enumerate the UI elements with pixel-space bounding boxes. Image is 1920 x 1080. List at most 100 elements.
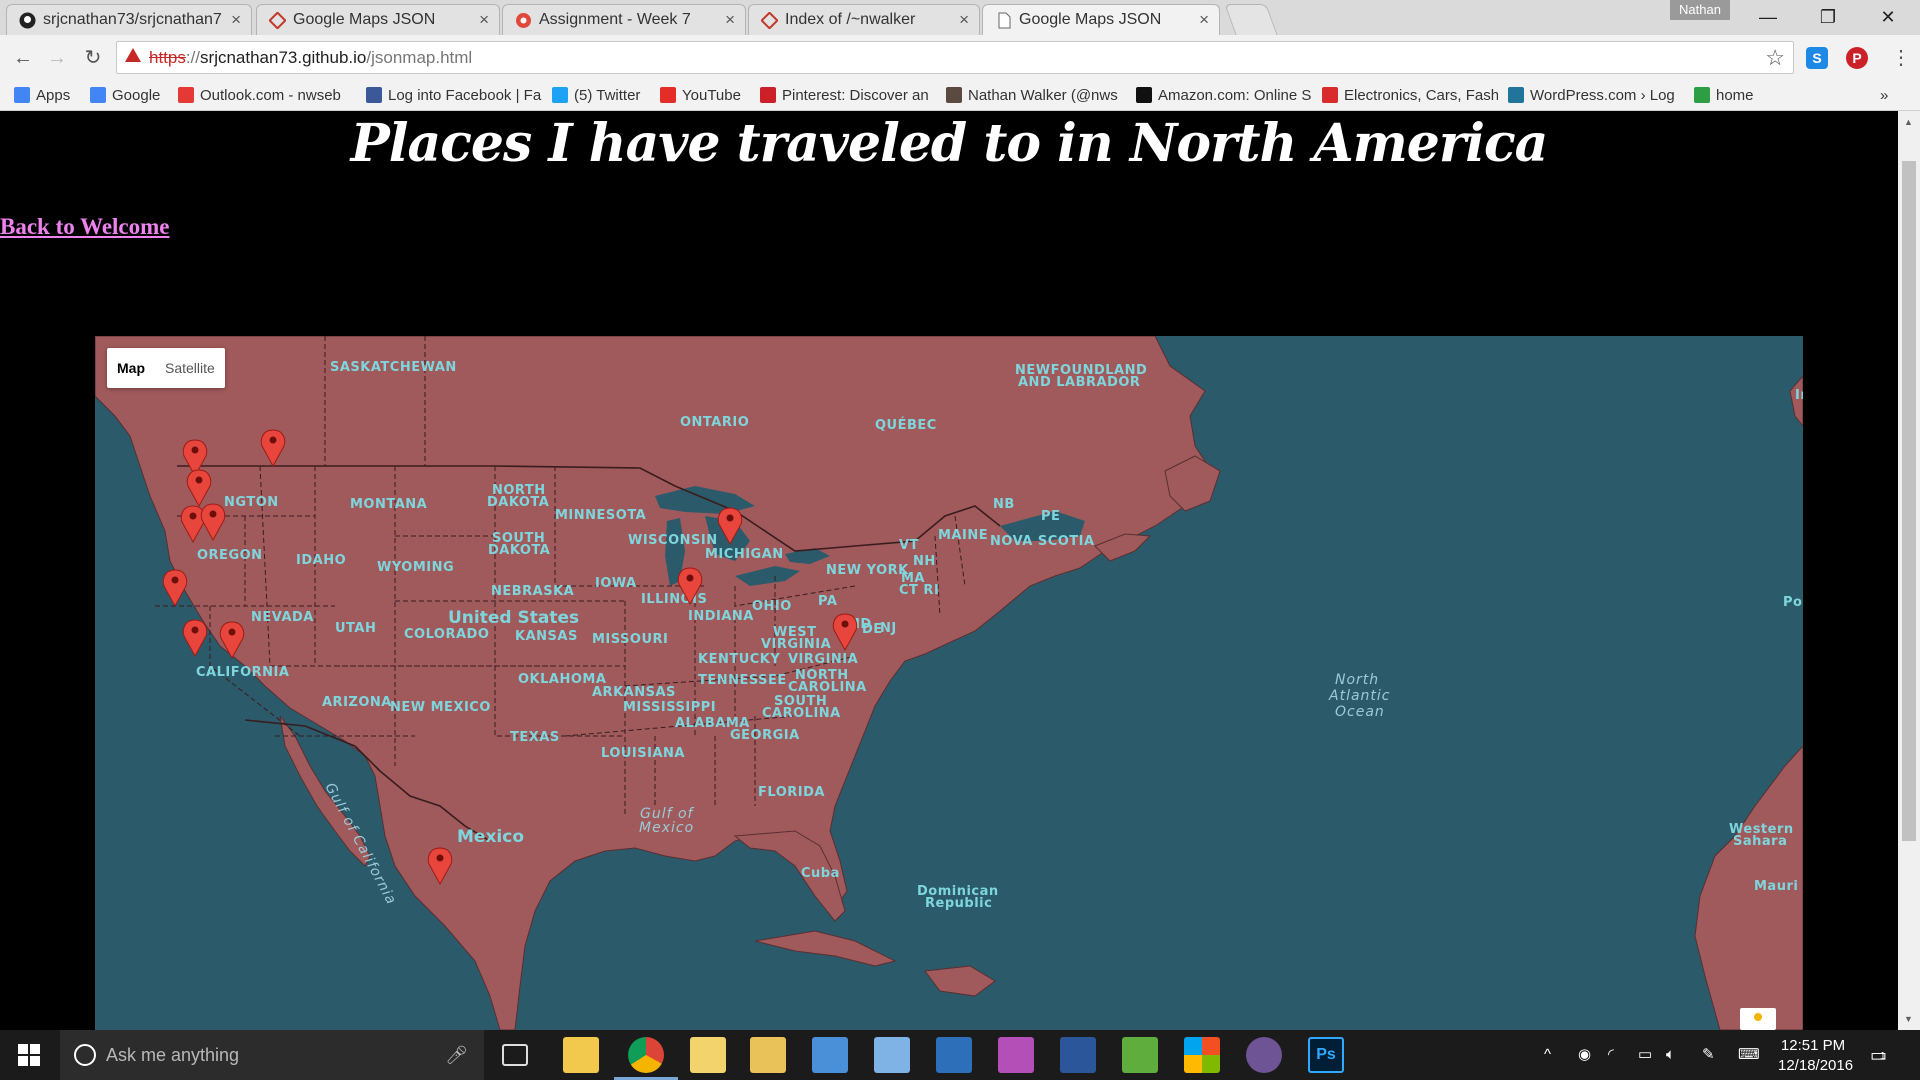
bookmark-5-twitter[interactable]: (5) Twitter xyxy=(552,81,650,111)
pinterest-extension-icon[interactable]: P xyxy=(1846,47,1868,69)
bookmark-star-icon[interactable]: ☆ xyxy=(1765,45,1785,71)
svg-text:MISSISSIPPI: MISSISSIPPI xyxy=(623,700,716,715)
microphone-icon[interactable]: 🎤︎ xyxy=(445,1030,468,1080)
tab-assignment[interactable]: Assignment - Week 7 × xyxy=(502,4,746,35)
volume-icon[interactable]: 🔈︎ xyxy=(1666,1030,1675,1080)
page-scrollbar[interactable]: ▲ ▼ xyxy=(1898,111,1920,1030)
cortana-search-box[interactable]: Ask me anything 🎤︎ xyxy=(60,1030,484,1080)
instagram-icon xyxy=(946,87,962,103)
svg-text:QUÉBEC: QUÉBEC xyxy=(875,417,937,433)
outlook-icon[interactable] xyxy=(812,1037,848,1073)
notepad-icon[interactable] xyxy=(936,1037,972,1073)
windows-store-icon[interactable] xyxy=(1184,1037,1220,1073)
forward-icon[interactable]: → xyxy=(42,43,72,73)
svg-text:Sahara: Sahara xyxy=(1733,834,1787,849)
bookmark-amazon-com-online-s[interactable]: Amazon.com: Online S xyxy=(1136,81,1312,111)
bookmark-wordpress-com-log[interactable]: WordPress.com › Log xyxy=(1508,81,1684,111)
map-canvas[interactable]: SASKATCHEWAN NEWFOUNDLAND AND LABRADOR O… xyxy=(95,336,1803,1030)
page-content: Places I have traveled to in North Ameri… xyxy=(0,111,1898,1030)
bookmarks-bar: Apps Google Outlook.com - nwseb Log into Fa… xyxy=(0,81,1920,111)
bookmark-electronics-cars-fash[interactable]: Electronics, Cars, Fash xyxy=(1322,81,1498,111)
home-diamond-icon xyxy=(1694,87,1710,103)
bookmark-pinterest-discover-an[interactable]: Pinterest: Discover an xyxy=(760,81,936,111)
svg-text:NEW YORK: NEW YORK xyxy=(826,563,909,578)
bookmark-label: home xyxy=(1716,87,1754,104)
photoshop-icon[interactable]: Ps xyxy=(1308,1037,1344,1073)
remote-desktop-icon[interactable] xyxy=(874,1037,910,1073)
reload-icon[interactable]: ↻ xyxy=(78,43,108,73)
restore-icon[interactable]: ❐ xyxy=(1800,0,1856,34)
amazon-icon xyxy=(1136,87,1152,103)
minimize-icon[interactable]: — xyxy=(1740,0,1796,34)
not-secure-warning-icon[interactable] xyxy=(125,48,141,62)
url-text[interactable]: https://srjcnathan73.github.io/jsonmap.h… xyxy=(149,48,472,68)
cortana-icon xyxy=(74,1044,96,1066)
svg-text:WISCONSIN: WISCONSIN xyxy=(628,533,718,548)
svg-text:NOVA SCOTIA: NOVA SCOTIA xyxy=(990,534,1095,549)
wifi-icon[interactable]: ◜ xyxy=(1608,1030,1614,1080)
search-placeholder: Ask me anything xyxy=(106,1045,240,1065)
bookmark-log-into-facebook-fa[interactable]: Log into Facebook | Fa xyxy=(366,81,542,111)
map-type-satellite-button[interactable]: Satellite xyxy=(155,348,225,388)
close-tab-icon[interactable]: × xyxy=(1199,5,1209,34)
bookmark-google[interactable]: Google xyxy=(90,81,168,111)
word-icon[interactable] xyxy=(1060,1037,1096,1073)
close-tab-icon[interactable]: × xyxy=(231,5,241,34)
bookmark-nathan-walker-nws[interactable]: Nathan Walker (@nws xyxy=(946,81,1126,111)
tab-google-maps-json-active[interactable]: Google Maps JSON × xyxy=(982,4,1220,36)
profile-name[interactable]: Nathan xyxy=(1670,0,1730,20)
bookmark-label: (5) Twitter xyxy=(574,87,641,104)
pegman-icon[interactable] xyxy=(1740,1008,1776,1030)
color-app-icon[interactable]: ◉ xyxy=(1578,1030,1591,1080)
google-map[interactable]: SASKATCHEWAN NEWFOUNDLAND AND LABRADOR O… xyxy=(95,336,1803,1030)
clock-time: 12:51 PM xyxy=(1780,1037,1846,1054)
scroll-down-icon[interactable]: ▼ xyxy=(1904,1014,1913,1024)
action-center-icon[interactable]: ▭ 1 xyxy=(1870,1030,1887,1080)
svg-text:Cuba: Cuba xyxy=(801,866,840,881)
scroll-up-icon[interactable]: ▲ xyxy=(1904,117,1913,127)
excel-icon[interactable] xyxy=(1122,1037,1158,1073)
map-type-map-button[interactable]: Map xyxy=(107,348,155,388)
bookmark-apps[interactable]: Apps xyxy=(14,81,74,111)
game-icon[interactable] xyxy=(998,1037,1034,1073)
task-view-icon[interactable] xyxy=(502,1044,528,1066)
new-tab-button[interactable] xyxy=(1224,4,1278,35)
skype-extension-icon[interactable]: S xyxy=(1806,47,1828,69)
svg-text:TENNESSEE: TENNESSEE xyxy=(698,673,787,688)
file-explorer-icon[interactable] xyxy=(563,1037,599,1073)
tab-title: Index of /~nwalker xyxy=(785,11,916,28)
close-window-icon[interactable]: ✕ xyxy=(1860,0,1916,34)
svg-text:LOUISIANA: LOUISIANA xyxy=(601,746,685,761)
files-icon[interactable] xyxy=(690,1037,726,1073)
tab-google-maps-json[interactable]: Google Maps JSON × xyxy=(256,4,500,35)
back-to-welcome-link[interactable]: Back to Welcome xyxy=(0,214,170,240)
close-tab-icon[interactable]: × xyxy=(959,5,969,34)
close-tab-icon[interactable]: × xyxy=(479,5,489,34)
bookmark-outlook-com-nwseb[interactable]: Outlook.com - nwseb xyxy=(178,81,356,111)
svg-text:DE: DE xyxy=(862,622,883,637)
back-icon[interactable]: ← xyxy=(8,43,38,73)
bookmark-youtube[interactable]: YouTube xyxy=(660,81,750,111)
tray-overflow-icon[interactable]: ^ xyxy=(1544,1030,1551,1080)
keyboard-icon[interactable]: ⌨ xyxy=(1738,1030,1760,1080)
clock[interactable]: 12:51 PM 12/18/2016 xyxy=(1778,1036,1853,1080)
ebay-icon xyxy=(1322,87,1338,103)
battery-icon[interactable]: ▭ xyxy=(1638,1030,1652,1080)
svg-text:Republic: Republic xyxy=(925,896,992,911)
bookmarks-overflow-icon[interactable]: » xyxy=(1880,81,1888,111)
folder-icon[interactable] xyxy=(750,1037,786,1073)
svg-text:NEBRASKA: NEBRASKA xyxy=(491,584,574,599)
windows-start-icon[interactable] xyxy=(18,1044,40,1066)
diamond-icon xyxy=(761,12,778,29)
chrome-icon[interactable] xyxy=(628,1037,664,1073)
pen-icon[interactable]: ✎ xyxy=(1702,1030,1715,1080)
tab-index-nwalker[interactable]: Index of /~nwalker × xyxy=(748,4,980,35)
scroll-thumb[interactable] xyxy=(1902,161,1916,841)
tab-github[interactable]: srjcnathan73/srjcnathan7 × xyxy=(6,4,252,35)
chrome-menu-icon[interactable]: ⋮ xyxy=(1886,43,1916,73)
address-bar[interactable]: https://srjcnathan73.github.io/jsonmap.h… xyxy=(116,41,1794,74)
bookmark-home[interactable]: home xyxy=(1694,81,1764,111)
close-tab-icon[interactable]: × xyxy=(725,5,735,34)
github-icon[interactable] xyxy=(1246,1037,1282,1073)
svg-text:Ocean: Ocean xyxy=(1335,704,1385,720)
